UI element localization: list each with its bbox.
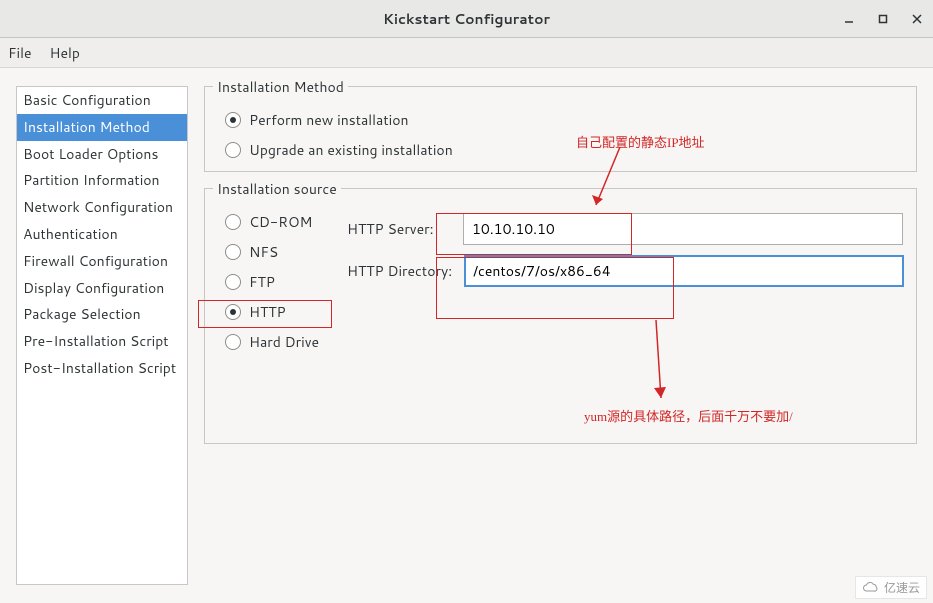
minimize-button[interactable]: [839, 9, 859, 29]
radio-row-new-install[interactable]: Perform new installation: [217, 105, 904, 135]
sidebar-item-auth[interactable]: Authentication: [17, 221, 187, 248]
radio-label-ftp: FTP: [249, 272, 275, 292]
install-method-group: Installation Method Perform new installa…: [204, 86, 917, 172]
sidebar-item-display[interactable]: Display Configuration: [17, 275, 187, 302]
http-dir-label: HTTP Directory:: [347, 261, 452, 281]
content-area: Installation Method Perform new installa…: [204, 86, 917, 585]
cloud-icon: [862, 582, 880, 594]
source-field-column: HTTP Server: HTTP Directory:: [347, 207, 904, 357]
menu-file[interactable]: File: [8, 43, 32, 63]
radio-label-http: HTTP: [249, 302, 286, 322]
sidebar-item-partition[interactable]: Partition Information: [17, 167, 187, 194]
maximize-button[interactable]: [873, 9, 893, 29]
radio-label-cdrom: CD-ROM: [249, 212, 312, 232]
radio-http[interactable]: [225, 304, 241, 320]
sidebar-item-pre-script[interactable]: Pre-Installation Script: [17, 328, 187, 355]
source-radio-column: CD-ROM NFS FTP HTTP: [217, 207, 319, 357]
radio-label-nfs: NFS: [249, 242, 278, 262]
install-source-group: Installation source CD-ROM NFS FTP: [204, 188, 917, 444]
sidebar-item-install-method[interactable]: Installation Method: [17, 114, 187, 141]
sidebar-item-packages[interactable]: Package Selection: [17, 301, 187, 328]
radio-label-new-install: Perform new installation: [249, 110, 409, 130]
radio-row-http[interactable]: HTTP: [217, 297, 319, 327]
radio-upgrade[interactable]: [225, 142, 241, 158]
sidebar: Basic Configuration Installation Method …: [16, 86, 188, 585]
window-titlebar: Kickstart Configurator: [0, 0, 933, 38]
radio-label-hd: Hard Drive: [249, 332, 319, 352]
window-title: Kickstart Configurator: [383, 9, 550, 29]
http-dir-input[interactable]: [464, 255, 904, 287]
sidebar-item-firewall[interactable]: Firewall Configuration: [17, 248, 187, 275]
radio-row-cdrom[interactable]: CD-ROM: [217, 207, 319, 237]
radio-row-ftp[interactable]: FTP: [217, 267, 319, 297]
http-server-row: HTTP Server:: [347, 213, 904, 245]
install-method-title: Installation Method: [213, 77, 348, 97]
sidebar-item-basic[interactable]: Basic Configuration: [17, 87, 187, 114]
radio-row-nfs[interactable]: NFS: [217, 237, 319, 267]
sidebar-item-post-script[interactable]: Post-Installation Script: [17, 355, 187, 382]
http-dir-row: HTTP Directory:: [347, 255, 904, 287]
radio-nfs[interactable]: [225, 244, 241, 260]
menu-bar: File Help: [0, 38, 933, 68]
http-server-label: HTTP Server:: [347, 219, 451, 239]
sidebar-item-bootloader[interactable]: Boot Loader Options: [17, 141, 187, 168]
radio-label-upgrade: Upgrade an existing installation: [249, 140, 453, 160]
radio-row-hd[interactable]: Hard Drive: [217, 327, 319, 357]
close-button[interactable]: [907, 9, 927, 29]
main-area: Basic Configuration Installation Method …: [0, 68, 933, 603]
install-source-title: Installation source: [213, 179, 341, 199]
watermark: 亿速云: [855, 576, 927, 599]
menu-help[interactable]: Help: [50, 43, 80, 63]
radio-new-install[interactable]: [225, 112, 241, 128]
http-server-input[interactable]: [463, 213, 903, 245]
radio-ftp[interactable]: [225, 274, 241, 290]
sidebar-item-network[interactable]: Network Configuration: [17, 194, 187, 221]
radio-cdrom[interactable]: [225, 214, 241, 230]
radio-hd[interactable]: [225, 334, 241, 350]
window-controls: [839, 9, 927, 29]
radio-row-upgrade[interactable]: Upgrade an existing installation: [217, 135, 904, 165]
watermark-text: 亿速云: [884, 579, 920, 596]
